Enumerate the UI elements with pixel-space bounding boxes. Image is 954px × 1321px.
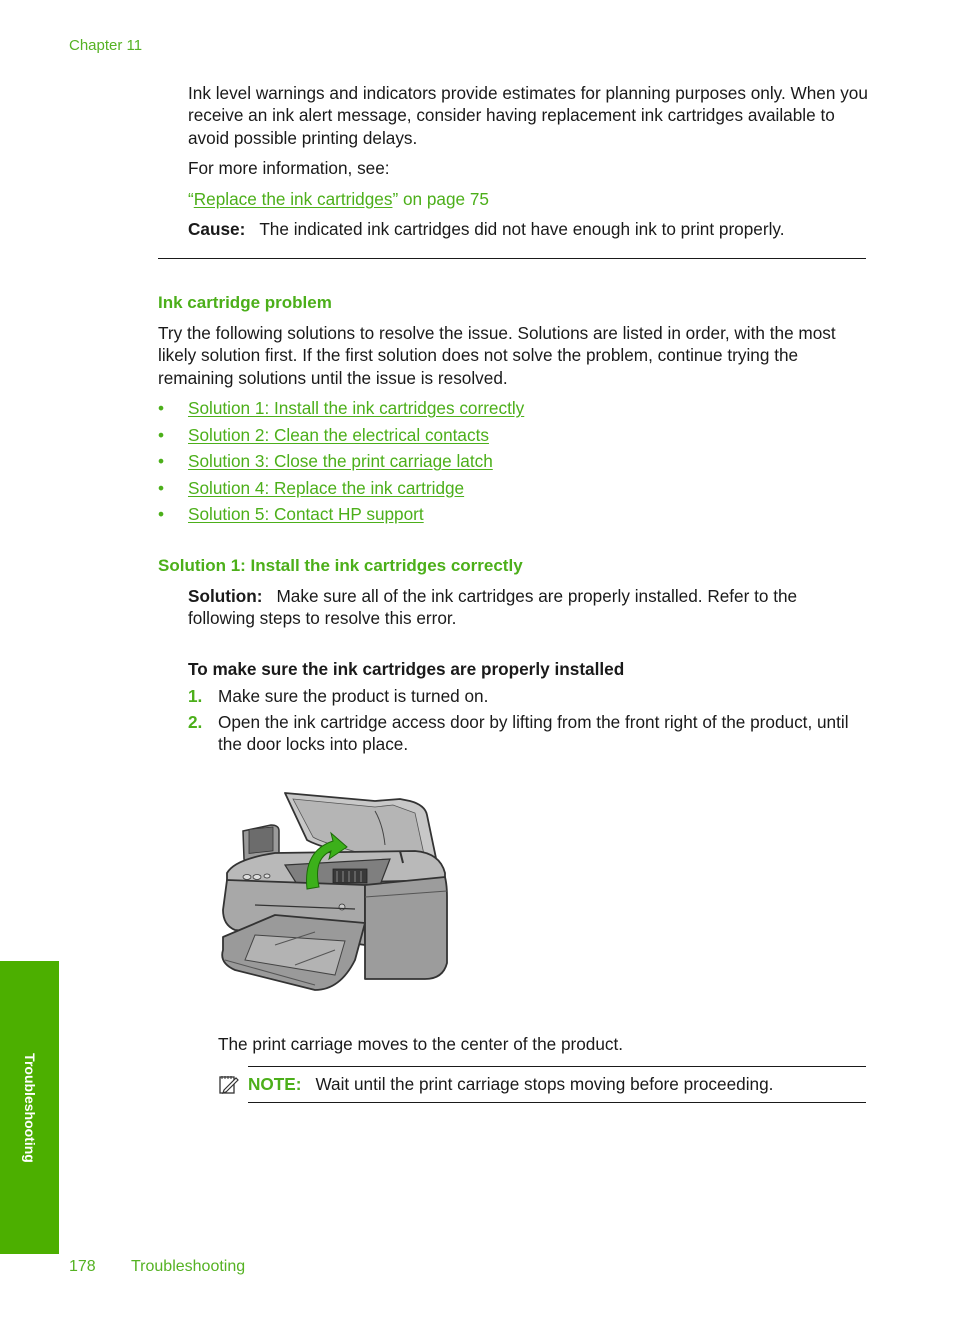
bullet-icon: • — [158, 477, 165, 498]
replace-cartridges-reference: “Replace the ink cartridges” on page 75 — [188, 188, 489, 210]
troubleshooting-side-tab: Troubleshooting — [0, 961, 59, 1254]
replace-ink-cartridges-link[interactable]: Replace the ink cartridges — [194, 189, 393, 209]
solution-5-link[interactable]: Solution 5: Contact HP support — [188, 503, 424, 525]
solution-2-link[interactable]: Solution 2: Clean the electrical contact… — [188, 424, 489, 446]
bullet-icon: • — [158, 451, 165, 472]
cause-line: Cause: The indicated ink cartridges did n… — [188, 218, 784, 240]
note: NOTE: Wait until the print carriage stops… — [248, 1073, 773, 1095]
bullet-icon: • — [158, 504, 165, 525]
solution-1-link[interactable]: Solution 1: Install the ink cartridges c… — [188, 397, 524, 419]
note-text: Wait until the print carriage stops movi… — [315, 1074, 774, 1094]
ink-warning-paragraph: Ink level warnings and indicators provid… — [188, 83, 868, 148]
section-title: Ink cartridge problem — [158, 293, 332, 312]
chapter-header: Chapter 11 — [69, 37, 143, 54]
printer-illustration — [215, 785, 450, 1000]
step-number: 1. — [188, 686, 203, 706]
bullet-icon: • — [158, 424, 165, 445]
solution-4-link[interactable]: Solution 4: Replace the ink cartridge — [188, 477, 464, 499]
bullet-icon: • — [158, 398, 165, 418]
solution-3-link[interactable]: Solution 3: Close the print carriage lat… — [188, 450, 493, 472]
step-2: 2. Open the ink cartridge access door by… — [188, 711, 878, 759]
step-number: 2. — [188, 712, 203, 732]
solution-label: Solution: — [188, 586, 263, 606]
page-reference: ” on page 75 — [392, 189, 489, 209]
section-paragraph: Try the following solutions to resolve t… — [158, 323, 836, 388]
solution-paragraph: Solution: Make sure all of the ink cartri… — [188, 585, 868, 630]
carriage-moves-text: The print carriage moves to the center o… — [218, 1034, 624, 1054]
note-top-rule — [248, 1066, 866, 1067]
step-1: 1. Make sure the product is turned on. — [188, 685, 878, 709]
cause-label: Cause: — [188, 219, 246, 239]
page-number: 178 — [69, 1258, 96, 1275]
step-text: Make sure the product is turned on. — [218, 686, 489, 706]
note-icon — [218, 1073, 240, 1095]
procedure-title: To make sure the ink cartridges are prop… — [188, 659, 625, 679]
step-text: Open the ink cartridge access door by li… — [218, 712, 849, 755]
side-tab-label: Troubleshooting — [21, 1052, 38, 1163]
solution-text: Make sure all of the ink cartridges are … — [188, 586, 798, 629]
note-bottom-rule — [248, 1102, 866, 1103]
cause-text: The indicated ink cartridges did not hav… — [259, 219, 785, 239]
footer-section: Troubleshooting — [131, 1258, 246, 1275]
note-label: NOTE: — [248, 1074, 302, 1094]
section-divider — [158, 258, 866, 259]
more-info-text: For more information, see: — [188, 158, 390, 178]
solution-1-heading: Solution 1: Install the ink cartridges c… — [158, 556, 523, 575]
